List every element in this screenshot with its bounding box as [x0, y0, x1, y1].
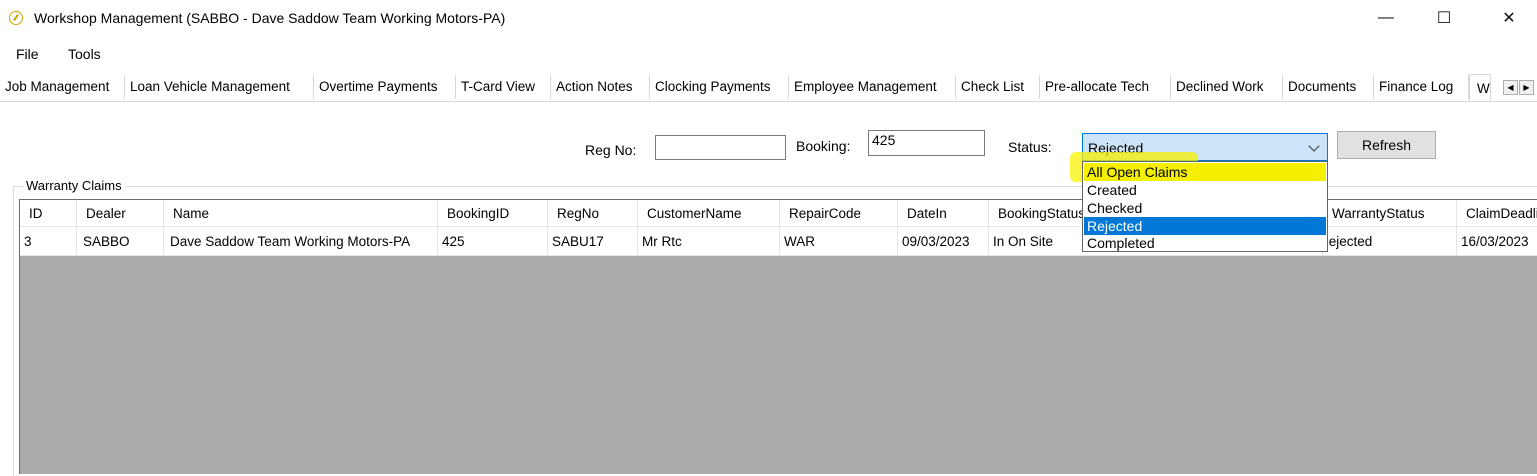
- refresh-button[interactable]: Refresh: [1337, 131, 1436, 159]
- status-dropdown-list[interactable]: All Open Claims Created Checked Rejected…: [1082, 161, 1328, 252]
- chevron-down-icon[interactable]: [1308, 140, 1320, 152]
- minimize-button[interactable]: —: [1363, 0, 1409, 36]
- tab-documents[interactable]: Documents: [1283, 75, 1374, 99]
- app-logo-icon: [9, 11, 23, 25]
- tab-warranty-claims[interactable]: Wa: [1469, 74, 1491, 101]
- tab-overtime-payments[interactable]: Overtime Payments: [314, 75, 456, 99]
- window-title: Workshop Management (SABBO - Dave Saddow…: [34, 10, 506, 26]
- cell-regno[interactable]: SABU17: [548, 227, 638, 256]
- tab-finance-log[interactable]: Finance Log: [1374, 75, 1469, 99]
- status-option-all-open-claims[interactable]: All Open Claims: [1084, 163, 1326, 181]
- cell-datein[interactable]: 09/03/2023: [898, 227, 989, 256]
- menu-file[interactable]: File: [16, 46, 39, 62]
- tab-t-card-view[interactable]: T-Card View: [456, 75, 551, 99]
- column-header-regno[interactable]: RegNo: [548, 200, 638, 227]
- cell-warrantystatus[interactable]: Rejected: [1323, 227, 1457, 256]
- booking-input[interactable]: 425: [868, 130, 985, 156]
- close-button[interactable]: ✕: [1486, 0, 1532, 36]
- tab-pre-allocate-tech[interactable]: Pre-allocate Tech: [1040, 75, 1171, 99]
- status-option-created[interactable]: Created: [1084, 181, 1326, 199]
- tab-employee-management[interactable]: Employee Management: [789, 75, 956, 99]
- column-header-bookingid[interactable]: BookingID: [438, 200, 548, 227]
- status-option-rejected[interactable]: Rejected: [1084, 217, 1326, 235]
- tab-declined-work[interactable]: Declined Work: [1171, 75, 1283, 99]
- tab-check-list[interactable]: Check List: [956, 75, 1040, 99]
- tab-strip: Job Management Loan Vehicle Management O…: [0, 74, 1537, 102]
- cell-dealer[interactable]: SABBO: [77, 227, 164, 256]
- cell-id[interactable]: 3: [20, 227, 77, 256]
- cell-repaircode[interactable]: WAR: [780, 227, 898, 256]
- cell-bookingid[interactable]: 425: [438, 227, 548, 256]
- booking-label: Booking:: [796, 138, 851, 154]
- cell-name[interactable]: Dave Saddow Team Working Motors-PA: [164, 227, 438, 256]
- group-title: Warranty Claims: [23, 178, 125, 193]
- column-header-id[interactable]: ID: [20, 200, 77, 227]
- tab-scroll-left-icon[interactable]: ◀: [1503, 80, 1518, 95]
- cell-customername[interactable]: Mr Rtc: [638, 227, 780, 256]
- tab-clocking-payments[interactable]: Clocking Payments: [650, 75, 789, 99]
- column-header-warrantystatus[interactable]: WarrantyStatus: [1323, 200, 1457, 227]
- status-option-checked[interactable]: Checked: [1084, 199, 1326, 217]
- column-header-customername[interactable]: CustomerName: [638, 200, 780, 227]
- column-header-claimdeadline[interactable]: ClaimDeadline: [1457, 200, 1537, 227]
- menu-bar: File Tools: [0, 40, 1537, 70]
- menu-tools[interactable]: Tools: [68, 46, 101, 62]
- title-bar: Workshop Management (SABBO - Dave Saddow…: [0, 0, 1537, 38]
- tab-job-management[interactable]: Job Management: [0, 75, 125, 99]
- reg-no-label: Reg No:: [585, 142, 637, 158]
- column-header-dealer[interactable]: Dealer: [77, 200, 164, 227]
- column-header-repaircode[interactable]: RepairCode: [780, 200, 898, 227]
- column-header-name[interactable]: Name: [164, 200, 438, 227]
- status-label: Status:: [1008, 139, 1052, 155]
- tab-loan-vehicle-management[interactable]: Loan Vehicle Management: [125, 75, 314, 99]
- status-option-completed[interactable]: Completed: [1084, 234, 1326, 252]
- cell-claimdeadline[interactable]: 16/03/2023: [1457, 227, 1537, 256]
- tab-scroll-right-icon[interactable]: ▶: [1519, 80, 1534, 95]
- column-header-datein[interactable]: DateIn: [898, 200, 989, 227]
- tab-action-notes[interactable]: Action Notes: [551, 75, 650, 99]
- maximize-button[interactable]: ☐: [1421, 0, 1467, 36]
- reg-no-input[interactable]: [655, 135, 786, 160]
